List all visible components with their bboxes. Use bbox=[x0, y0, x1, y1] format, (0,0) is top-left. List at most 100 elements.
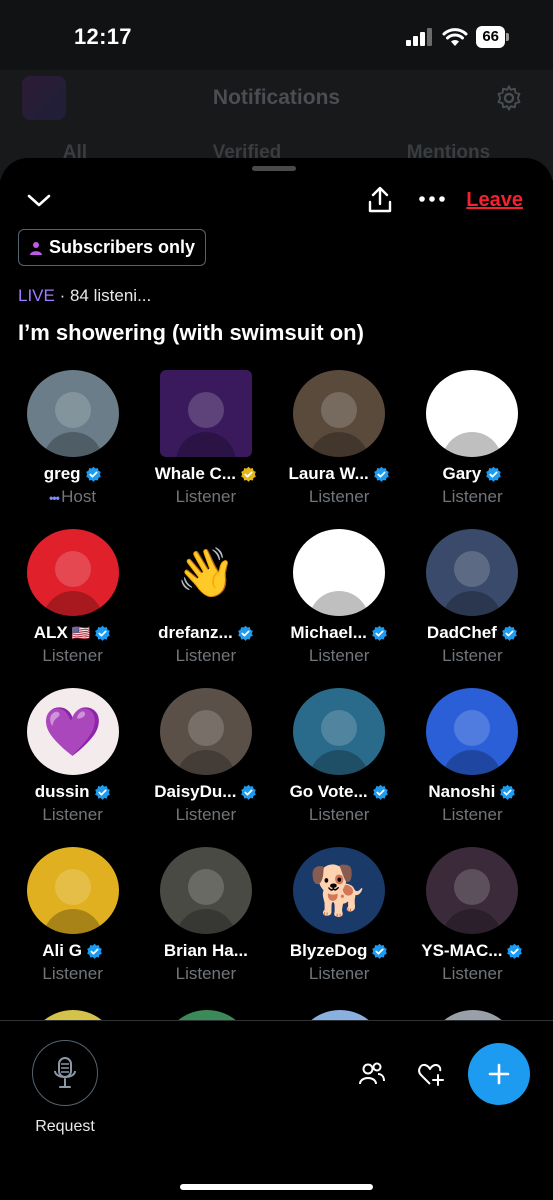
participant-8[interactable]: DadChef Listener bbox=[406, 529, 539, 666]
compose-button[interactable] bbox=[468, 1043, 530, 1105]
participant-2[interactable]: Whale C... Listener bbox=[139, 370, 272, 507]
cellular-signal-icon bbox=[406, 28, 433, 46]
participant-3[interactable]: Laura W... Listener bbox=[273, 370, 406, 507]
participant-name-row: Go Vote... bbox=[290, 782, 389, 802]
request-label: Request bbox=[35, 1118, 95, 1135]
avatar-silhouette-body bbox=[42, 432, 103, 457]
cartoon-man-glasses-avatar[interactable] bbox=[293, 529, 386, 616]
people-icon[interactable] bbox=[358, 1061, 386, 1087]
neon-whale-logo-avatar[interactable] bbox=[159, 370, 252, 457]
dark-abstract-figure-avatar[interactable] bbox=[426, 847, 519, 934]
participant-role-row: Listener bbox=[176, 964, 236, 984]
participant-12[interactable]: Nanoshi Listener bbox=[406, 688, 539, 825]
photo-bearded-man-avatar[interactable] bbox=[159, 847, 252, 934]
avatar-silhouette bbox=[54, 551, 91, 587]
participant-9[interactable]: 💜 dussin Listener bbox=[6, 688, 139, 825]
cartoon-giraffe-cap-avatar[interactable] bbox=[426, 370, 519, 457]
participant-name: Whale C... bbox=[154, 464, 236, 483]
participant-role: Listener bbox=[442, 487, 503, 506]
participant-role-row: Listener bbox=[442, 964, 502, 984]
participant-role-row: Listener bbox=[42, 646, 102, 666]
sheet-grabber[interactable] bbox=[252, 166, 296, 171]
participant-5[interactable]: ALX 🇺🇸 Listener bbox=[6, 529, 139, 666]
leave-button[interactable]: Leave bbox=[466, 189, 523, 212]
verified-badge-icon bbox=[94, 625, 111, 642]
verified-badge-icon bbox=[372, 784, 389, 801]
participant-role-row: Listener bbox=[309, 805, 369, 825]
avatar-silhouette bbox=[454, 710, 491, 746]
avatar-silhouette bbox=[321, 551, 358, 587]
participant-name: Gary bbox=[442, 464, 482, 483]
participant-6[interactable]: 👋 drefanz... Listener bbox=[139, 529, 272, 666]
anime-boy-sunglasses-avatar[interactable] bbox=[426, 688, 519, 775]
participant-role: Listener bbox=[442, 805, 503, 824]
participant-4[interactable]: Gary Listener bbox=[406, 370, 539, 507]
participant-role: Listener bbox=[442, 964, 503, 983]
participant-7[interactable]: Michael... Listener bbox=[273, 529, 406, 666]
participant-role-row: Listener bbox=[309, 487, 369, 507]
participants-grid: greg ••• Host Whale C... Listener Laura W...… bbox=[6, 370, 539, 984]
avatar-emoji: 🐕 bbox=[309, 865, 369, 918]
status-bar: 12:17 66 bbox=[0, 0, 553, 70]
participant-role: Listener bbox=[42, 646, 103, 665]
verified-badge-icon bbox=[85, 466, 102, 483]
participant-role: Listener bbox=[308, 805, 370, 824]
space-sheet: Leave Subscribers only LIVE · 84 listeni… bbox=[0, 158, 553, 1200]
photo-woman-in-car-avatar[interactable] bbox=[159, 688, 252, 775]
photo-blonde-woman-avatar[interactable] bbox=[293, 370, 386, 457]
avatar-silhouette-body bbox=[442, 591, 503, 616]
participant-11[interactable]: Go Vote... Listener bbox=[273, 688, 406, 825]
background-title: Notifications bbox=[212, 86, 341, 109]
participant-name: Laura W... bbox=[288, 464, 369, 483]
listener-count: · 84 listeni... bbox=[59, 286, 152, 305]
participant-name: ALX bbox=[33, 623, 68, 642]
shiba-dog-hoodie-avatar[interactable]: 🐕 bbox=[293, 847, 386, 934]
more-options-icon[interactable] bbox=[418, 194, 446, 204]
verified-badge-icon bbox=[240, 784, 257, 801]
purple-heart-cartoon-avatar[interactable]: 💜 bbox=[26, 688, 119, 775]
verified-badge-icon bbox=[485, 466, 502, 483]
avatar-silhouette bbox=[187, 869, 224, 905]
participant-name-row: dussin bbox=[35, 782, 111, 802]
participant-14[interactable]: Brian Ha... Listener bbox=[139, 847, 272, 984]
participant-role-row: Listener bbox=[442, 646, 502, 666]
participant-10[interactable]: DaisyDu... Listener bbox=[139, 688, 272, 825]
participant-name-row: Brian Ha... bbox=[164, 941, 248, 961]
avatar-silhouette-body bbox=[442, 909, 503, 934]
participant-name: Brian Ha... bbox=[163, 941, 248, 960]
avatar-silhouette bbox=[187, 392, 224, 428]
home-indicator[interactable] bbox=[180, 1184, 373, 1190]
participant-name-row: Nanoshi bbox=[428, 782, 516, 802]
photo-young-man-red-hair-avatar[interactable] bbox=[26, 370, 119, 457]
avatar-silhouette-body bbox=[309, 432, 370, 457]
heart-plus-icon[interactable] bbox=[418, 1061, 446, 1087]
avatar-silhouette bbox=[321, 392, 358, 428]
avatar-silhouette-body bbox=[175, 909, 236, 934]
waving-hand-emoji-avatar[interactable]: 👋 bbox=[159, 529, 252, 616]
avatar-silhouette-body bbox=[309, 591, 370, 616]
participant-role-row: Listener bbox=[309, 646, 369, 666]
participant-1[interactable]: greg ••• Host bbox=[6, 370, 139, 507]
participant-13[interactable]: Ali G Listener bbox=[6, 847, 139, 984]
chevron-down-icon[interactable] bbox=[26, 190, 52, 212]
avatar-silhouette bbox=[54, 869, 91, 905]
avatar-blue-face-avatar[interactable] bbox=[293, 688, 386, 775]
participant-name-row: ALX 🇺🇸 bbox=[34, 623, 112, 643]
photo-man-red-background-avatar[interactable] bbox=[26, 529, 119, 616]
participant-role-row: Listener bbox=[309, 964, 369, 984]
avatar-silhouette bbox=[454, 551, 491, 587]
photo-ali-g-yellow-avatar[interactable] bbox=[26, 847, 119, 934]
share-icon[interactable] bbox=[366, 186, 394, 214]
participant-16[interactable]: YS-MAC... Listener bbox=[406, 847, 539, 984]
avatar-silhouette bbox=[454, 392, 491, 428]
status-time: 12:17 bbox=[74, 24, 132, 49]
participant-15[interactable]: 🐕 BlyzeDog Listener bbox=[273, 847, 406, 984]
request-mic-button[interactable] bbox=[32, 1040, 98, 1106]
participant-name-row: DaisyDu... bbox=[154, 782, 257, 802]
live-status: LIVE · 84 listeni... bbox=[18, 286, 151, 306]
live-label: LIVE bbox=[18, 286, 55, 305]
avatar-silhouette-body bbox=[309, 750, 370, 775]
photo-man-supreme-shirt-avatar[interactable] bbox=[426, 529, 519, 616]
participant-role-row: Listener bbox=[176, 646, 236, 666]
avatar-silhouette-body bbox=[442, 750, 503, 775]
